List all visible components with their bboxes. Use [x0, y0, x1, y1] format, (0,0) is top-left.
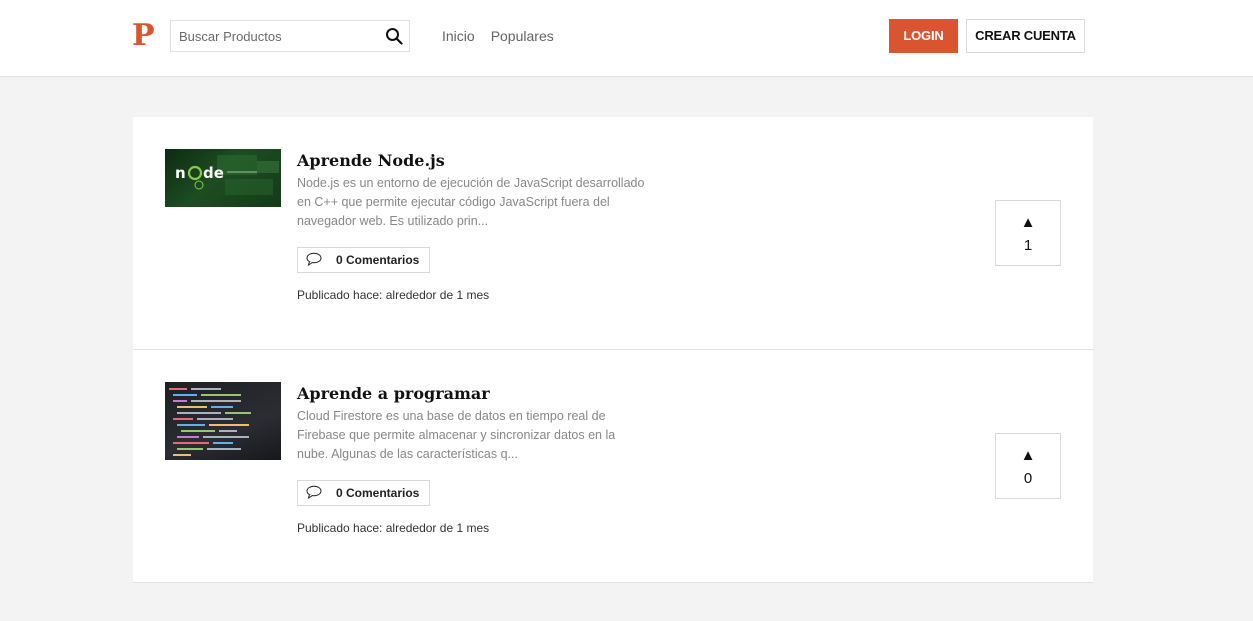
product-description: Node.js es un entorno de ejecución de Ja… [297, 176, 645, 228]
create-account-button[interactable]: CREAR CUENTA [966, 19, 1085, 53]
code-screen-image[interactable] [165, 382, 281, 460]
published-time: Publicado hace: alrededor de 1 mes [297, 288, 490, 302]
search-icon[interactable] [385, 27, 403, 45]
product-description: Cloud Firestore es una base de datos en … [297, 409, 616, 461]
nav-populares[interactable]: Populares [491, 28, 554, 44]
nav-inicio[interactable]: Inicio [442, 28, 475, 44]
product-list: n de Aprende Node.js Node.js es un entor… [133, 117, 1093, 583]
vote-button[interactable]: ▲ 0 [995, 433, 1061, 499]
list-item: n de Aprende Node.js Node.js es un entor… [133, 117, 1093, 350]
upvote-icon: ▲ [1020, 214, 1036, 231]
login-button[interactable]: LOGIN [889, 19, 958, 53]
comments-button[interactable]: 0 Comentarios [297, 480, 431, 506]
upvote-icon: ▲ [1020, 447, 1036, 464]
comment-bubble-icon [306, 485, 322, 502]
comments-label: 0 Comentarios [336, 253, 420, 267]
comment-bubble-icon [306, 252, 322, 269]
search-box [170, 20, 410, 52]
vote-count: 0 [1023, 470, 1033, 487]
logo[interactable]: P [132, 20, 155, 52]
node-js-logo-image[interactable]: n de [165, 149, 281, 207]
svg-text:de: de [203, 164, 224, 182]
published-time: Publicado hace: alrededor de 1 mes [297, 521, 490, 535]
search-input[interactable] [171, 21, 376, 51]
header: P Inicio Populares LOGIN CREAR CUENTA [0, 0, 1253, 77]
vote-count: 1 [1023, 237, 1033, 254]
vote-button[interactable]: ▲ 1 [995, 200, 1061, 266]
product-title[interactable]: Aprende Node.js [297, 151, 445, 170]
list-item: Aprende a programar Cloud Firestore es u… [133, 350, 1093, 583]
comments-label: 0 Comentarios [336, 486, 420, 500]
product-title[interactable]: Aprende a programar [297, 384, 490, 403]
main-nav: Inicio Populares [442, 28, 554, 44]
comments-button[interactable]: 0 Comentarios [297, 247, 431, 273]
svg-text:n: n [175, 164, 186, 182]
